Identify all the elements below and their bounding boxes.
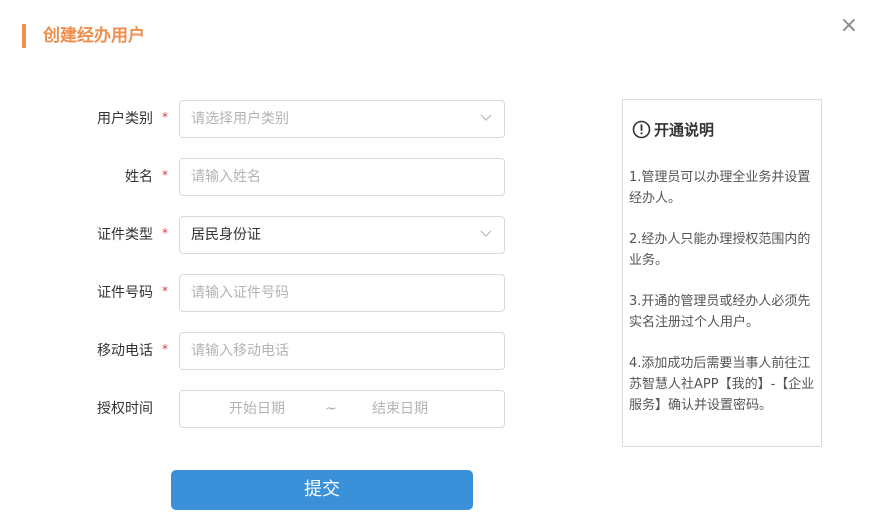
date-range-separator: ~ bbox=[325, 401, 337, 417]
id-type-label: 证件类型 bbox=[97, 227, 153, 243]
mobile-input[interactable]: 请输入移动电话 bbox=[179, 332, 505, 370]
info-item: 3.开通的管理员或经办人必须先实名注册过个人用户。 bbox=[629, 294, 811, 330]
id-number-label: 证件号码 bbox=[97, 285, 153, 301]
close-icon[interactable]: × bbox=[838, 14, 860, 38]
submit-button[interactable]: 提交 bbox=[171, 470, 473, 510]
name-input[interactable]: 请输入姓名 bbox=[179, 158, 505, 196]
id-number-placeholder: 请输入证件号码 bbox=[191, 285, 289, 301]
user-type-row: 用户类别 * 请选择用户类别 bbox=[0, 100, 560, 138]
id-number-row: 证件号码 * 请输入证件号码 bbox=[0, 274, 560, 312]
user-type-select[interactable]: 请选择用户类别 bbox=[179, 100, 505, 138]
chevron-down-icon bbox=[480, 114, 492, 121]
info-panel: 开通说明 1.管理员可以办理全业务并设置经办人。 2.经办人只能办理授权范围内的… bbox=[622, 99, 822, 447]
mobile-label: 移动电话 bbox=[97, 343, 153, 359]
info-item: 2.经办人只能办理授权范围内的业务。 bbox=[629, 232, 811, 268]
id-number-input[interactable]: 请输入证件号码 bbox=[179, 274, 505, 312]
info-title: 开通说明 bbox=[654, 121, 715, 139]
user-type-placeholder: 请选择用户类别 bbox=[191, 111, 289, 127]
dialog-title: 创建经办用户 bbox=[43, 26, 145, 46]
chevron-down-icon bbox=[480, 230, 492, 237]
info-item: 4.添加成功后需要当事人前往江苏智慧人社APP【我的】-【企业服务】确认并设置密… bbox=[629, 356, 815, 413]
user-type-label: 用户类别 bbox=[97, 111, 153, 127]
date-range-picker[interactable]: 开始日期 ~ 结束日期 bbox=[179, 390, 505, 428]
mobile-row: 移动电话 * 请输入移动电话 bbox=[0, 332, 560, 370]
info-item: 1.管理员可以办理全业务并设置经办人。 bbox=[629, 170, 811, 206]
exclamation-circle-icon bbox=[632, 120, 651, 139]
required-mark: * bbox=[162, 342, 168, 356]
start-date-input[interactable]: 开始日期 bbox=[229, 391, 285, 427]
id-type-select[interactable]: 居民身份证 bbox=[179, 216, 505, 254]
required-mark: * bbox=[162, 110, 168, 124]
id-type-value: 居民身份证 bbox=[191, 227, 261, 243]
auth-time-label: 授权时间 bbox=[97, 401, 153, 417]
required-mark: * bbox=[162, 284, 168, 298]
id-type-row: 证件类型 * 居民身份证 bbox=[0, 216, 560, 254]
title-accent-bar bbox=[22, 24, 26, 48]
name-placeholder: 请输入姓名 bbox=[191, 169, 261, 185]
required-mark: * bbox=[162, 168, 168, 182]
auth-time-row: 授权时间 开始日期 ~ 结束日期 bbox=[0, 390, 560, 428]
required-mark: * bbox=[162, 226, 168, 240]
mobile-placeholder: 请输入移动电话 bbox=[191, 343, 289, 359]
end-date-input[interactable]: 结束日期 bbox=[372, 391, 428, 427]
name-label: 姓名 bbox=[125, 169, 153, 185]
name-row: 姓名 * 请输入姓名 bbox=[0, 158, 560, 196]
